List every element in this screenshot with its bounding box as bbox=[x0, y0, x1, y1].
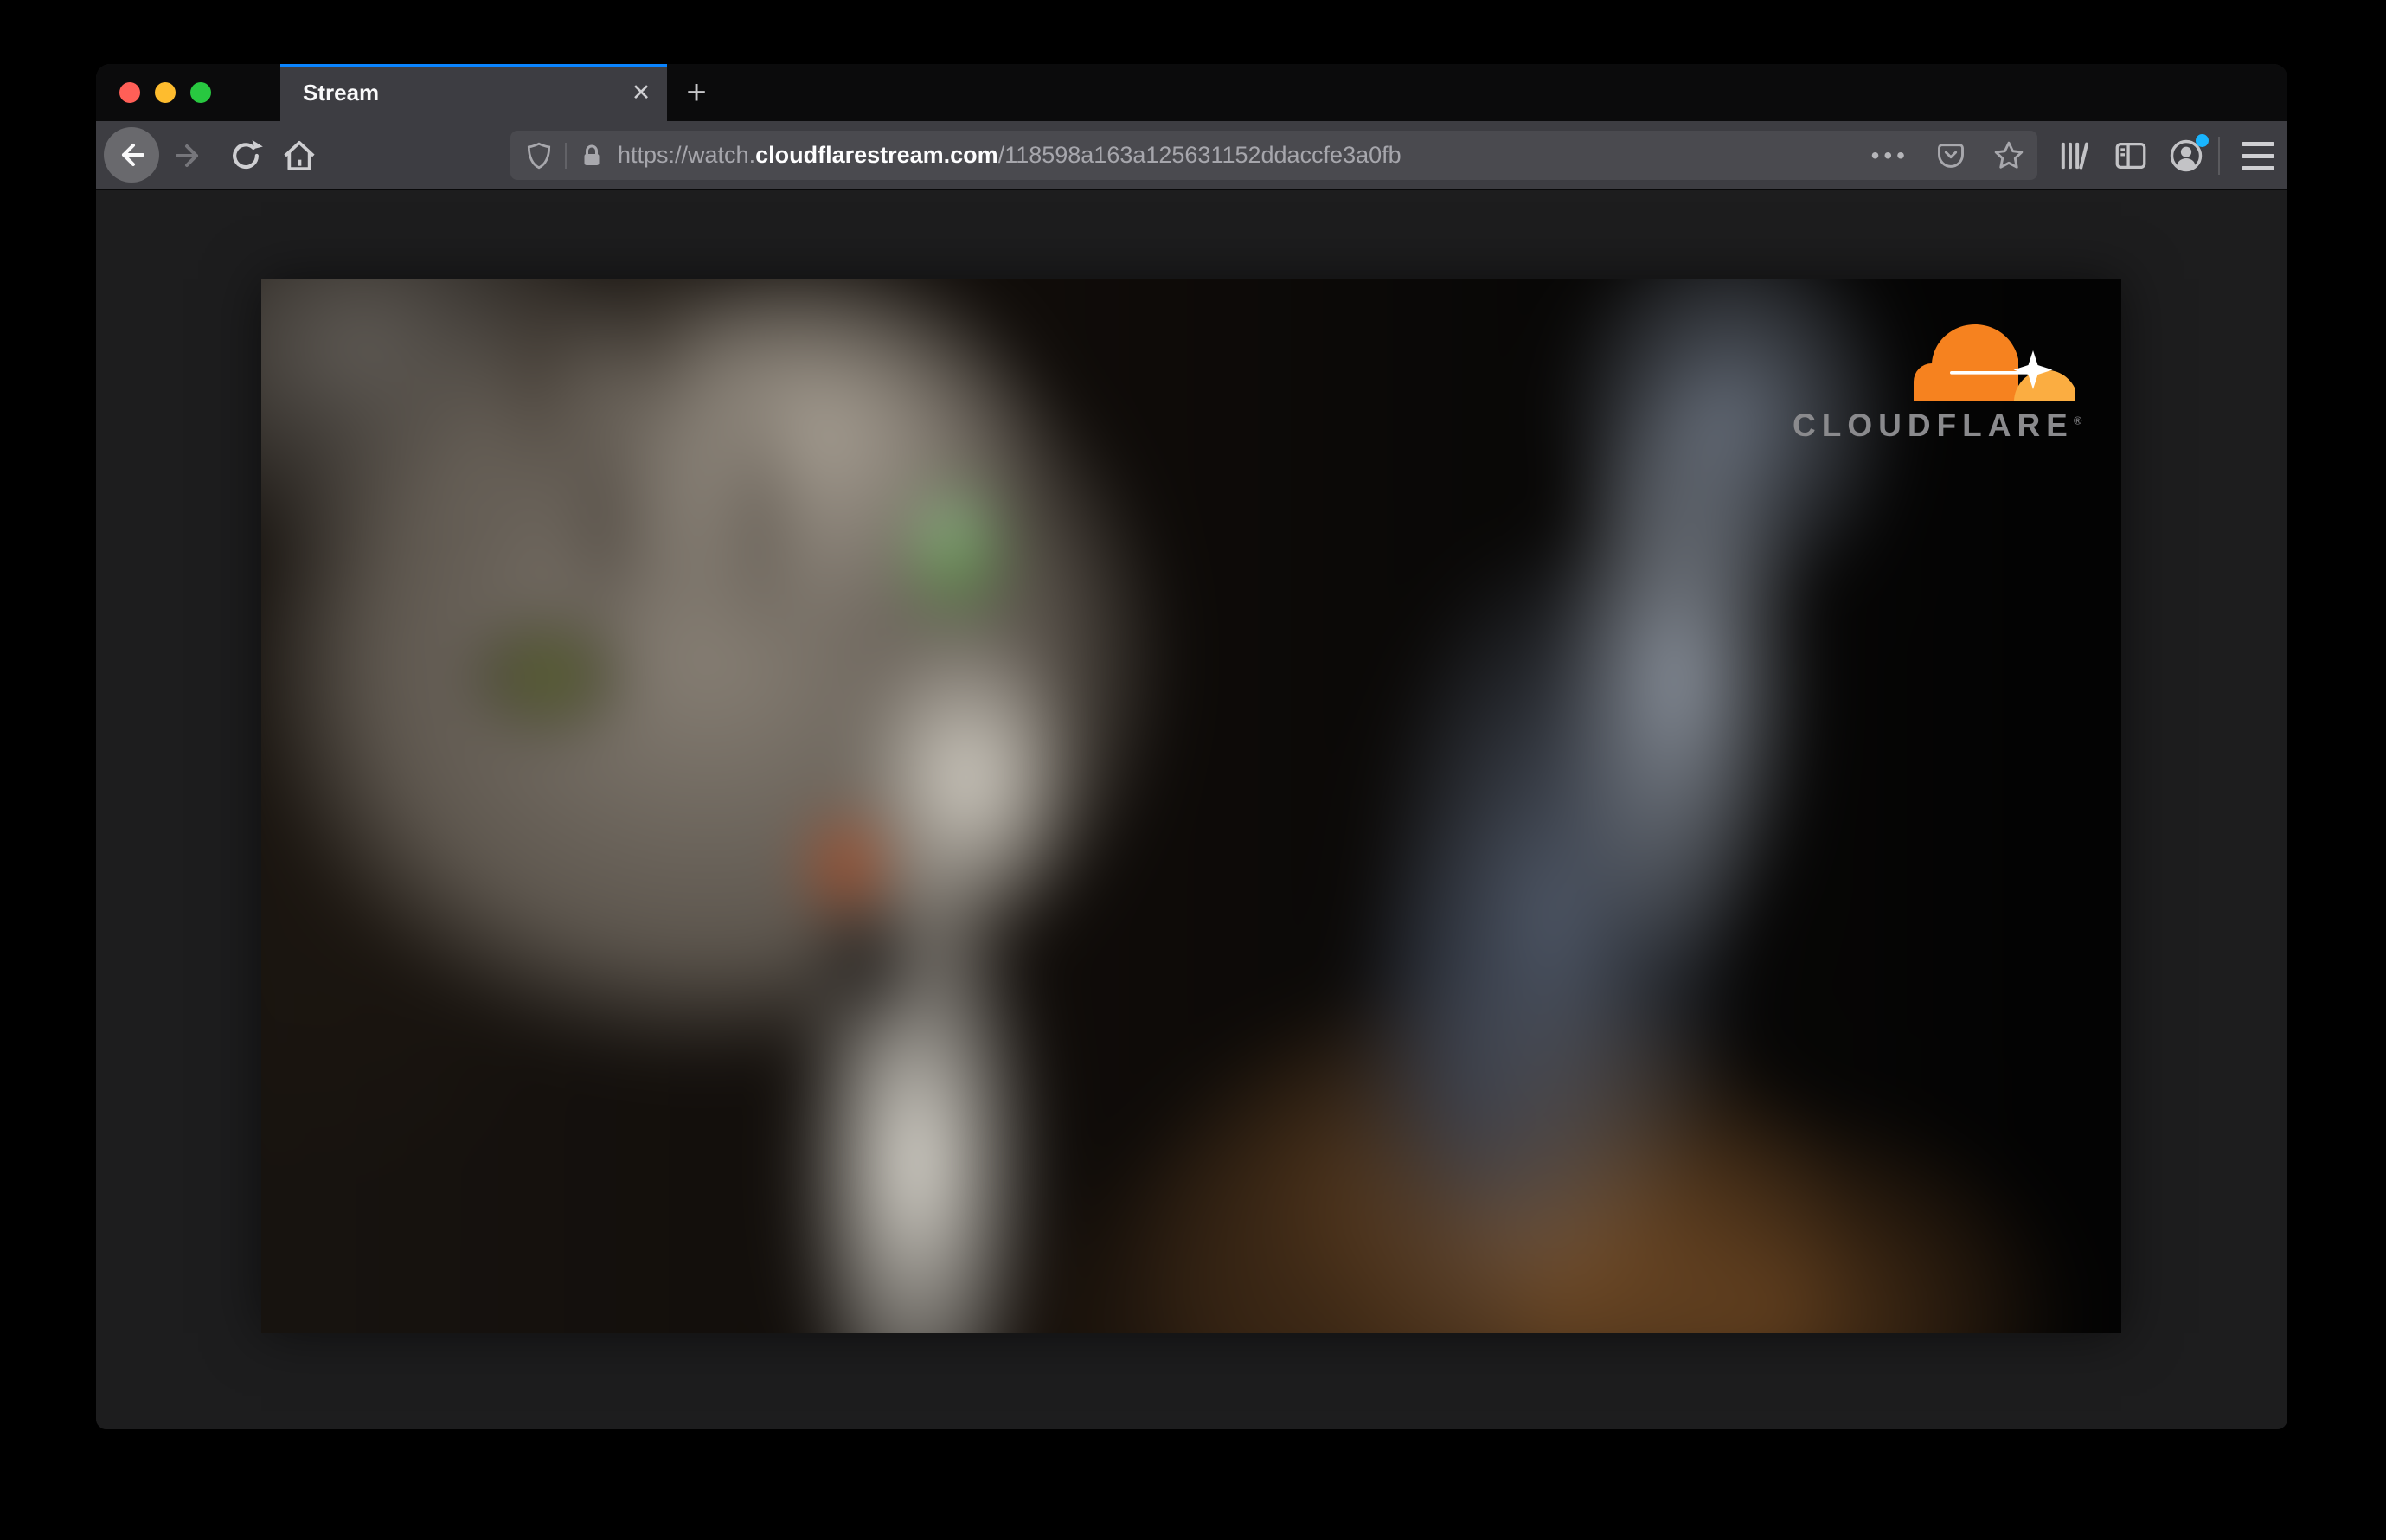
library-button[interactable] bbox=[2054, 135, 2095, 176]
tab-close-button[interactable]: ✕ bbox=[622, 74, 660, 112]
hamburger-icon bbox=[2242, 141, 2274, 170]
forward-icon bbox=[171, 138, 206, 173]
menu-button[interactable] bbox=[2237, 135, 2279, 176]
trademark-mark: ® bbox=[2073, 414, 2082, 427]
sidebar-icon bbox=[2113, 138, 2149, 174]
url-path: /118598a163a125631152ddaccfe3a0fb bbox=[997, 142, 1401, 168]
page-content: CLOUDFLARE® bbox=[96, 191, 2287, 1429]
address-bar[interactable]: https://watch.cloudflarestream.com/11859… bbox=[510, 131, 2037, 180]
back-button[interactable] bbox=[104, 127, 159, 183]
lock-icon[interactable] bbox=[578, 142, 606, 170]
cloudflare-wordmark: CLOUDFLARE® bbox=[1793, 407, 2082, 443]
desktop-background: Stream ✕ + https://watch.cloudflarestrea… bbox=[0, 0, 2386, 1540]
minimize-window-button[interactable] bbox=[155, 82, 176, 103]
bookmark-star-button[interactable] bbox=[1992, 139, 2025, 172]
navigation-toolbar: https://watch.cloudflarestream.com/11859… bbox=[96, 121, 2287, 190]
toolbar-divider bbox=[2218, 137, 2220, 175]
zoom-window-button[interactable] bbox=[190, 82, 211, 103]
library-icon bbox=[2056, 138, 2093, 174]
url-text[interactable]: https://watch.cloudflarestream.com/11859… bbox=[618, 142, 1871, 169]
plus-icon: + bbox=[686, 73, 707, 112]
urlbar-divider bbox=[565, 142, 567, 169]
url-domain: cloudflarestream.com bbox=[755, 142, 998, 168]
sidebar-button[interactable] bbox=[2110, 135, 2152, 176]
home-button[interactable] bbox=[279, 135, 320, 176]
cloudflare-watermark: CLOUDFLARE® bbox=[1793, 321, 2090, 444]
tracking-protection-shield-icon[interactable] bbox=[524, 141, 554, 170]
traffic-lights bbox=[119, 82, 211, 103]
close-window-button[interactable] bbox=[119, 82, 140, 103]
star-icon bbox=[1992, 139, 2025, 172]
home-icon bbox=[281, 138, 317, 174]
cloudflare-cloud-icon bbox=[1793, 321, 2090, 404]
page-actions-button[interactable]: ••• bbox=[1871, 142, 1909, 170]
pocket-button[interactable] bbox=[1935, 140, 1966, 171]
account-button[interactable] bbox=[2165, 134, 2209, 176]
account-notification-dot bbox=[2196, 134, 2209, 147]
account-icon bbox=[2167, 134, 2209, 175]
forward-button[interactable] bbox=[168, 135, 209, 176]
titlebar[interactable]: Stream ✕ + bbox=[96, 64, 2287, 121]
browser-window: Stream ✕ + https://watch.cloudflarestrea… bbox=[96, 64, 2287, 1429]
video-player[interactable]: CLOUDFLARE® bbox=[261, 279, 2121, 1333]
reload-icon bbox=[228, 138, 264, 174]
close-icon: ✕ bbox=[631, 79, 651, 106]
ellipsis-icon: ••• bbox=[1870, 141, 1909, 169]
tab-title: Stream bbox=[303, 79, 380, 106]
reload-button[interactable] bbox=[225, 135, 266, 176]
back-icon bbox=[114, 138, 149, 172]
new-tab-button[interactable]: + bbox=[677, 74, 715, 112]
pocket-icon bbox=[1935, 140, 1966, 171]
url-prefix: https://watch. bbox=[618, 142, 756, 168]
tab-stream[interactable]: Stream ✕ bbox=[280, 64, 667, 121]
